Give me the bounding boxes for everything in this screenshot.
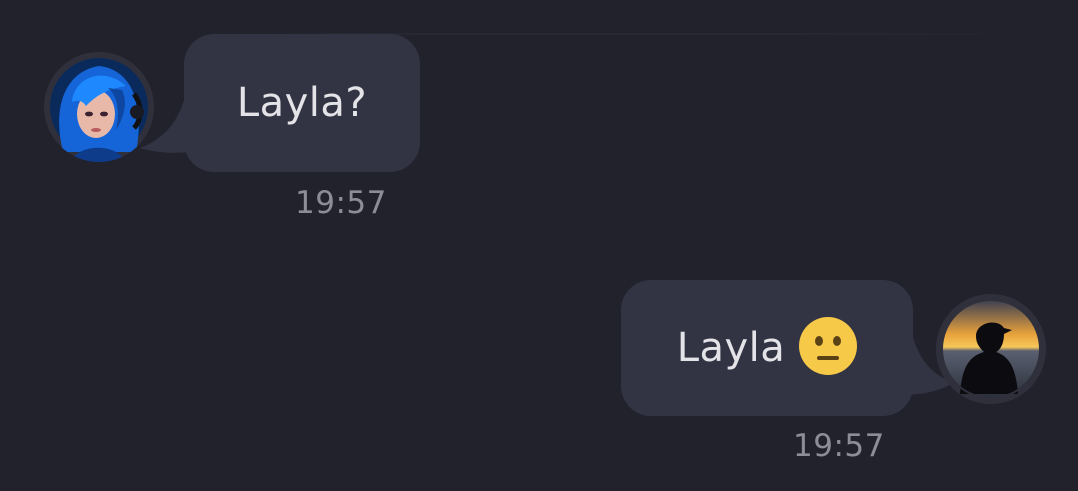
message-timestamp: 19:57 xyxy=(793,428,885,464)
message-bubble[interactable]: Layla? xyxy=(184,34,420,172)
message-text: Layla xyxy=(676,325,786,371)
chat-thread: Layla? 19:57 Layla 19:57 xyxy=(0,0,1078,491)
silhouette-sunset-avatar[interactable] xyxy=(936,294,1046,404)
message-timestamp: 19:57 xyxy=(295,185,387,221)
message-text: Layla? xyxy=(236,80,368,126)
blue-haired-girl-avatar[interactable] xyxy=(44,52,154,162)
message-bubble[interactable]: Layla xyxy=(621,280,913,416)
neutral-face-emoji xyxy=(799,317,858,375)
